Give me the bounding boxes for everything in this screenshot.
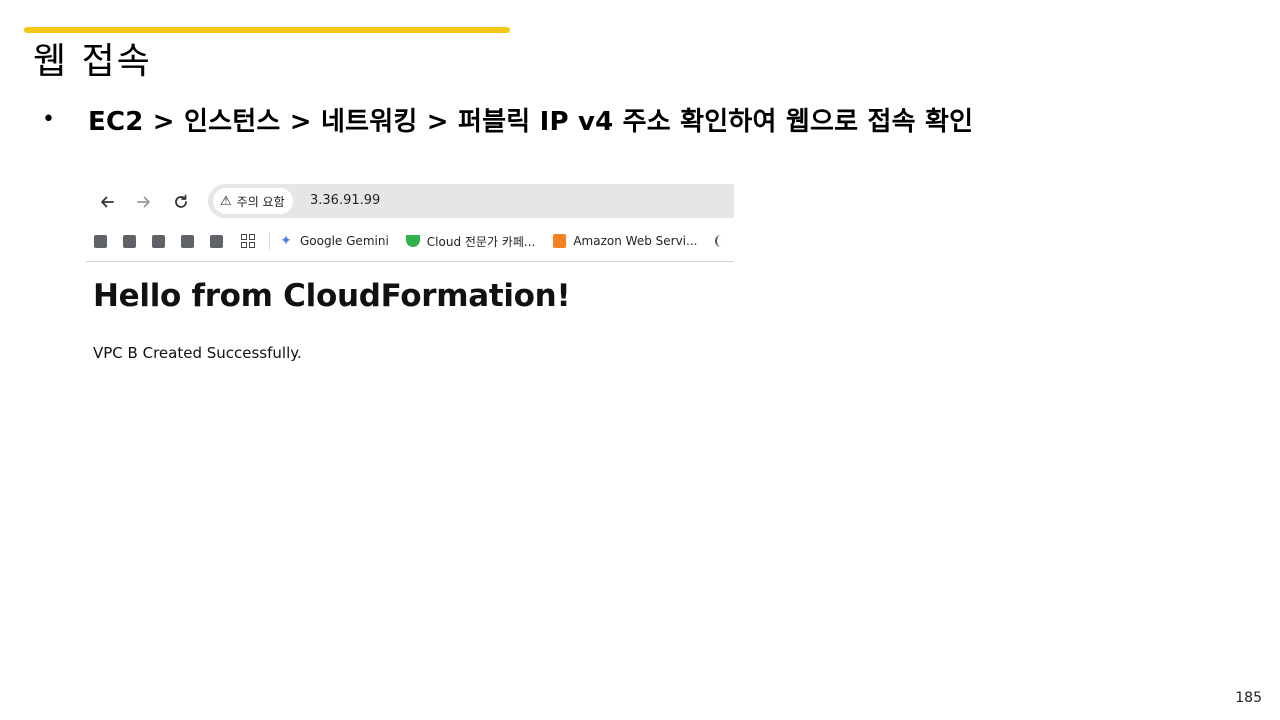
browser-nav-row: ⚠ 주의 요함 3.36.91.99 <box>86 180 734 224</box>
slide-title: 웹 접속 <box>33 41 152 82</box>
bookmark-label: Amazon Web Servi... <box>573 234 698 248</box>
bookmark-favicon-icon[interactable] <box>210 234 223 248</box>
bookmarks-bar: ✦ Google Gemini Cloud 전문가 카페... Amazon W… <box>86 224 734 258</box>
cafe-icon <box>405 233 421 249</box>
browser-toolbar-divider <box>86 261 734 262</box>
arrow-left-icon <box>101 196 114 208</box>
reload-button[interactable] <box>169 190 193 214</box>
bookmark-overflow-icon[interactable] <box>715 235 721 247</box>
address-bar[interactable]: ⚠ 주의 요함 3.36.91.99 <box>208 184 734 218</box>
bookmark-cloud-cafe[interactable]: Cloud 전문가 카페... <box>405 233 536 250</box>
arrow-right-icon <box>137 196 150 208</box>
bookmark-google-gemini[interactable]: ✦ Google Gemini <box>278 233 389 249</box>
browser-screenshot: ⚠ 주의 요함 3.36.91.99 ✦ Google Gemini Cloud… <box>86 180 734 380</box>
bookmark-aws[interactable]: Amazon Web Servi... <box>551 233 697 249</box>
bookmark-favicon-icon[interactable] <box>152 234 165 248</box>
page-heading: Hello from CloudFormation! <box>93 278 571 314</box>
forward-button[interactable] <box>132 190 156 214</box>
url-text[interactable]: 3.36.91.99 <box>310 193 380 208</box>
bookmark-label: Cloud 전문가 카페... <box>426 234 536 249</box>
bookmark-favicon-icon[interactable] <box>181 234 194 248</box>
title-accent-bar <box>24 27 510 33</box>
apps-grid-icon[interactable] <box>241 234 255 248</box>
page-body-text: VPC B Created Successfully. <box>93 344 302 362</box>
reload-icon <box>175 194 187 208</box>
security-chip[interactable]: ⚠ 주의 요함 <box>213 188 293 214</box>
warning-icon: ⚠ <box>220 193 232 209</box>
bookmark-label: Google Gemini <box>300 234 389 248</box>
security-label: 주의 요함 <box>236 194 285 209</box>
bookmarks-divider <box>269 232 270 250</box>
aws-icon <box>551 233 567 249</box>
bullet-item: • EC2 > 인스턴스 > 네트워킹 > 퍼블릭 IP v4 주소 확인하여 … <box>42 99 973 139</box>
bookmark-favicon-icon[interactable] <box>94 234 107 248</box>
bullet-text: EC2 > 인스턴스 > 네트워킹 > 퍼블릭 IP v4 주소 확인하여 웹으… <box>88 106 974 137</box>
back-button[interactable] <box>95 190 119 214</box>
bookmark-favicon-icon[interactable] <box>123 234 136 248</box>
slide-page-number: 185 <box>1235 690 1262 706</box>
bullet-dot: • <box>42 106 55 132</box>
gemini-icon: ✦ <box>280 233 292 249</box>
